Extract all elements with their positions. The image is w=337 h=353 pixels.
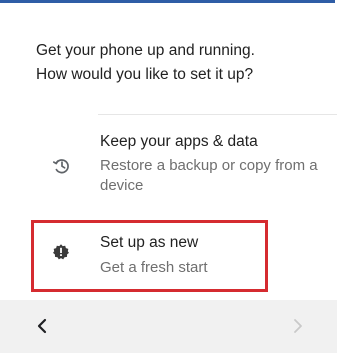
prompt-line-1: Get your phone up and running. — [36, 42, 255, 59]
keep-apps-data-option[interactable]: Keep your apps & data Restore a backup o… — [30, 130, 330, 202]
setup-screen: Get your phone up and running. How would… — [0, 0, 337, 353]
prompt-line-2: How would you like to set it up? — [36, 66, 254, 83]
set-up-as-new-subtitle: Get a fresh start — [100, 259, 208, 276]
bottom-navigation-bar — [0, 300, 337, 353]
divider — [98, 114, 337, 115]
set-up-as-new-title: Set up as new — [100, 234, 199, 251]
new-device-icon — [52, 243, 70, 261]
setup-prompt: Get your phone up and running. How would… — [36, 39, 326, 87]
chevron-left-icon[interactable] — [30, 314, 54, 338]
set-up-as-new-option[interactable]: Set up as new Get a fresh start — [30, 220, 330, 292]
top-accent-bar — [0, 0, 335, 3]
keep-apps-data-subtitle: Restore a backup or copy from a device — [100, 157, 318, 194]
restore-history-icon — [52, 157, 70, 175]
chevron-right-icon[interactable] — [286, 314, 310, 338]
keep-apps-data-title: Keep your apps & data — [100, 133, 258, 150]
